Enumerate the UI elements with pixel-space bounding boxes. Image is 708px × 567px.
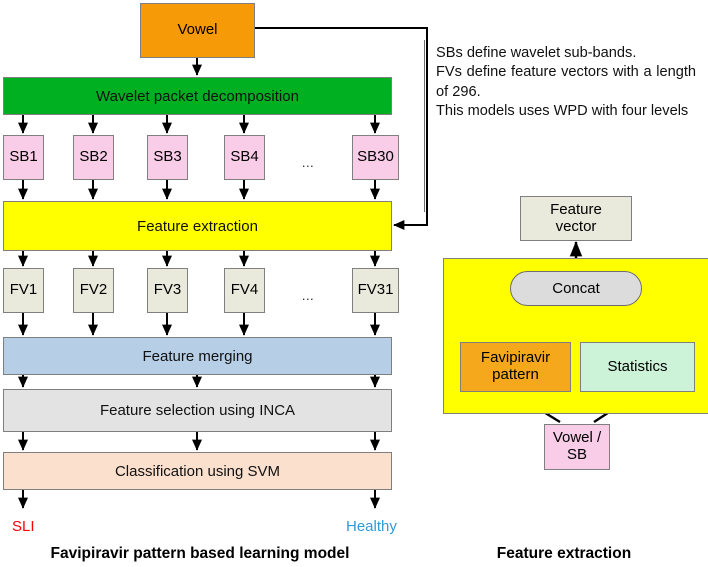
wavelet-packet-decomposition-bar[interactable]: Wavelet packet decomposition	[3, 77, 392, 115]
favipiravir-pattern-box[interactable]: Favipiravir pattern	[460, 342, 571, 392]
subband-box-sb4[interactable]: SB4	[224, 135, 265, 180]
vowel-sb-source-label: Vowel / SB	[552, 429, 602, 463]
classification-label: Classification using SVM	[114, 462, 281, 480]
concat-label: Concat	[552, 280, 600, 297]
classification-bar[interactable]: Classification using SVM	[3, 452, 392, 490]
feature-vector-label: FV31	[357, 281, 394, 299]
feature-merging-bar[interactable]: Feature merging	[3, 337, 392, 375]
subband-ellipsis: ...	[301, 155, 315, 170]
feature-vector-box-fv2[interactable]: FV2	[73, 268, 114, 313]
subband-label: SB1	[9, 148, 38, 166]
left-model-caption: Favipiravir pattern based learning model	[50, 545, 350, 562]
feature-vector-label: FV1	[9, 281, 38, 299]
vowel-input-box[interactable]: Vowel	[140, 3, 255, 58]
feature-selection-label: Feature selection using INCA	[99, 402, 296, 419]
feature-vector-label: FV3	[153, 281, 182, 299]
subband-box-sb2[interactable]: SB2	[73, 135, 114, 180]
subband-label: SB30	[357, 148, 394, 166]
feature-vector-box-fv1[interactable]: FV1	[3, 268, 44, 313]
feature-vector-output-box[interactable]: Feature vector	[520, 196, 632, 241]
subband-label: SB4	[230, 148, 259, 166]
concat-node[interactable]: Concat	[510, 271, 642, 306]
subband-box-sb30[interactable]: SB30	[352, 135, 399, 180]
subband-label: SB3	[153, 148, 182, 166]
statistics-box[interactable]: Statistics	[580, 342, 695, 392]
notes-line-3: This models uses WPD with four levels	[436, 103, 689, 120]
feature-vector-label: FV2	[79, 281, 108, 299]
notes-line-2: FVs define feature vectors with a length…	[436, 64, 696, 100]
feature-vector-label: FV4	[230, 281, 259, 299]
feature-vector-box-fv4[interactable]: FV4	[224, 268, 265, 313]
feature-vector-box-fv3[interactable]: FV3	[147, 268, 188, 313]
wavelet-packet-decomposition-label: Wavelet packet decomposition	[96, 87, 299, 105]
right-model-caption: Feature extraction	[496, 545, 632, 562]
feature-vector-output-label: Feature vector	[550, 200, 602, 235]
subband-label: SB2	[79, 148, 108, 166]
feature-extraction-bar[interactable]: Feature extraction	[3, 201, 392, 251]
favipiravir-pattern-label: Favipiravir pattern	[480, 349, 551, 383]
output-label-sli: SLI	[12, 518, 35, 535]
feature-extraction-label: Feature extraction	[137, 217, 258, 235]
feature-merging-label: Feature merging	[142, 347, 253, 365]
feature-vector-box-fv31[interactable]: FV31	[352, 268, 399, 313]
figure-root: Vowel Wavelet packet decomposition SB1 S…	[0, 0, 708, 567]
notes-text: SBs define wavelet sub-bands. FVs define…	[436, 44, 696, 122]
subband-box-sb3[interactable]: SB3	[147, 135, 188, 180]
output-label-healthy: Healthy	[346, 518, 397, 535]
notes-panel-border	[424, 40, 426, 212]
vowel-sb-source-box[interactable]: Vowel / SB	[544, 424, 610, 470]
notes-line-1: SBs define wavelet sub-bands.	[436, 45, 637, 61]
feature-vector-ellipsis: ...	[301, 288, 315, 303]
vowel-input-label: Vowel	[177, 21, 218, 39]
statistics-label: Statistics	[607, 357, 668, 375]
feature-selection-bar[interactable]: Feature selection using INCA	[3, 389, 392, 432]
subband-box-sb1[interactable]: SB1	[3, 135, 44, 180]
